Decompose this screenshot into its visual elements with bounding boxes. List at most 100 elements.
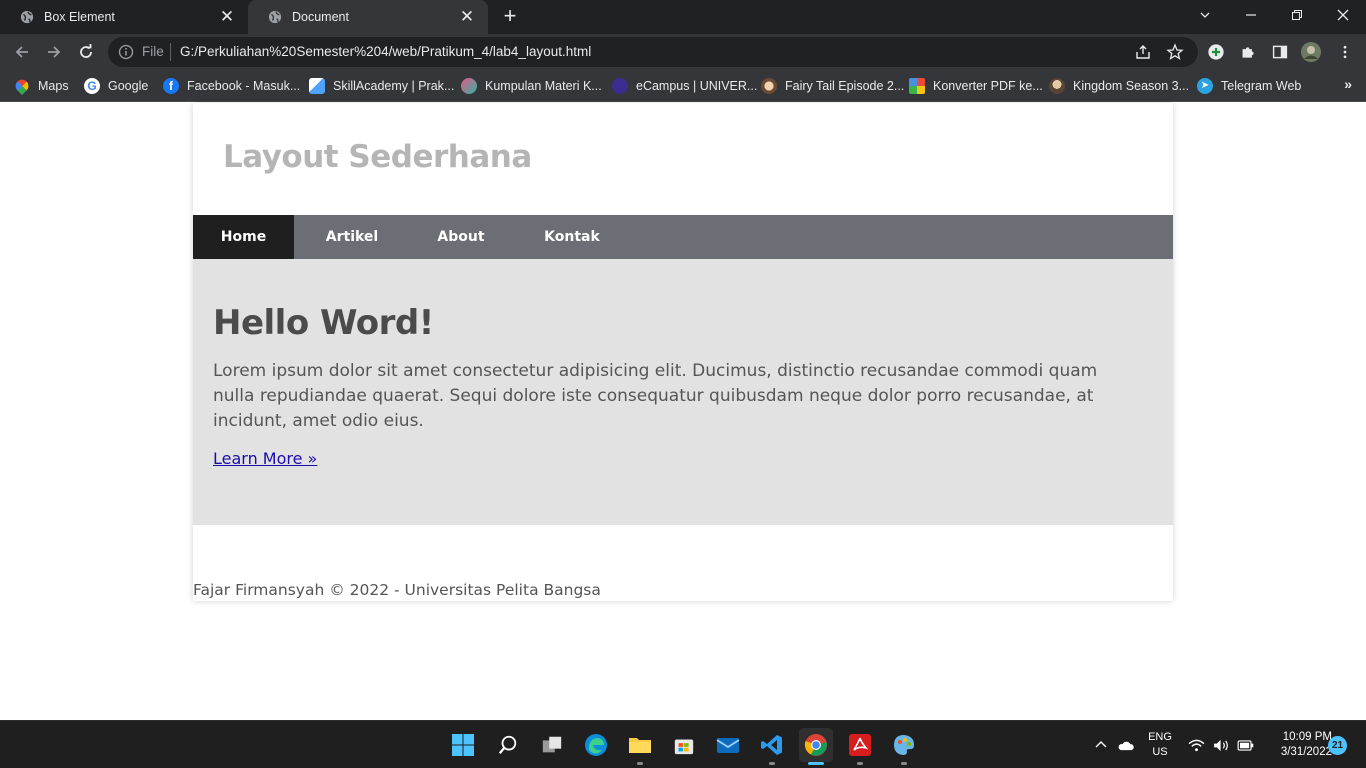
bookmark-label: Google bbox=[108, 79, 149, 93]
bookmark-label: Maps bbox=[38, 79, 69, 93]
bookmark-kumpulan-materi[interactable]: Kumpulan Materi K... bbox=[461, 77, 602, 95]
globe-icon bbox=[20, 10, 34, 24]
minimize-icon[interactable] bbox=[1228, 0, 1274, 30]
close-tab-icon[interactable]: ✕ bbox=[458, 7, 476, 27]
forward-arrow-icon[interactable] bbox=[43, 41, 65, 63]
main-nav: Home Artikel About Kontak bbox=[193, 215, 1173, 259]
kebab-menu-icon[interactable] bbox=[1335, 42, 1355, 62]
lang-line-2: US bbox=[1152, 746, 1168, 758]
bookmark-fairy-tail[interactable]: Fairy Tail Episode 2... bbox=[761, 77, 904, 95]
restore-icon[interactable] bbox=[1274, 0, 1320, 30]
bookmark-telegram[interactable]: ➤ Telegram Web bbox=[1197, 77, 1301, 95]
address-bar[interactable]: File G:/Perkuliahan%20Semester%204/web/P… bbox=[108, 37, 1198, 67]
bookmark-label: Fairy Tail Episode 2... bbox=[785, 79, 905, 93]
task-view-icon[interactable] bbox=[535, 728, 569, 762]
bookmark-facebook[interactable]: f Facebook - Masuk... bbox=[163, 77, 300, 95]
nav-about[interactable]: About bbox=[422, 215, 500, 259]
ecampus-icon bbox=[612, 78, 628, 94]
nav-kontak[interactable]: Kontak bbox=[530, 215, 614, 259]
reload-icon[interactable] bbox=[75, 41, 97, 63]
facebook-icon: f bbox=[163, 78, 179, 94]
share-icon[interactable] bbox=[1134, 43, 1152, 61]
microsoft-store-icon[interactable] bbox=[667, 728, 701, 762]
tab-box-element[interactable]: Box Element ✕ bbox=[0, 0, 248, 34]
bookmark-label: Konverter PDF ke... bbox=[933, 79, 1043, 93]
onedrive-cloud-icon[interactable] bbox=[1117, 721, 1135, 768]
paint-icon[interactable] bbox=[887, 728, 921, 765]
info-icon[interactable] bbox=[118, 44, 134, 60]
vscode-icon[interactable] bbox=[755, 728, 789, 765]
hero-section: Hello Word! Lorem ipsum dolor sit amet c… bbox=[193, 259, 1173, 525]
learn-more-link[interactable]: Learn More » bbox=[213, 449, 317, 468]
bookmarks-overflow-icon[interactable]: » bbox=[1344, 76, 1352, 92]
bookmark-maps[interactable]: Maps bbox=[12, 76, 69, 96]
file-explorer-icon[interactable] bbox=[623, 728, 657, 765]
back-arrow-icon[interactable] bbox=[11, 41, 33, 63]
mail-icon[interactable] bbox=[711, 728, 745, 762]
profile-avatar[interactable] bbox=[1301, 42, 1321, 62]
running-indicator bbox=[769, 762, 775, 765]
kumpulan-materi-icon bbox=[461, 78, 477, 94]
bookmark-konverter-pdf[interactable]: Konverter PDF ke... bbox=[909, 77, 1043, 95]
extension-plus-icon[interactable] bbox=[1206, 42, 1226, 62]
tab-label: Document bbox=[292, 10, 349, 24]
nav-home[interactable]: Home bbox=[193, 215, 294, 259]
search-icon[interactable] bbox=[491, 728, 525, 762]
wifi-icon[interactable] bbox=[1188, 721, 1205, 768]
telegram-icon: ➤ bbox=[1197, 78, 1213, 94]
new-tab-plus-icon[interactable]: + bbox=[499, 5, 521, 28]
url-scheme: File bbox=[142, 44, 164, 59]
bookmark-label: Facebook - Masuk... bbox=[187, 79, 301, 93]
close-tab-icon[interactable]: ✕ bbox=[218, 7, 236, 27]
bookmark-label: SkillAcademy | Prak... bbox=[333, 79, 455, 93]
site-header: Layout Sederhana bbox=[193, 103, 1173, 215]
page-viewport: Layout Sederhana Home Artikel About Kont… bbox=[0, 103, 1366, 720]
battery-icon[interactable] bbox=[1237, 721, 1254, 768]
bookmark-skillacademy[interactable]: SkillAcademy | Prak... bbox=[309, 77, 454, 95]
side-panel-icon[interactable] bbox=[1270, 42, 1290, 62]
volume-icon[interactable] bbox=[1213, 721, 1230, 768]
bookmark-label: Kingdom Season 3... bbox=[1073, 79, 1190, 93]
google-g-icon: G bbox=[84, 78, 100, 94]
tab-label: Box Element bbox=[44, 10, 115, 24]
bookmark-ecampus[interactable]: eCampus | UNIVER... bbox=[612, 77, 757, 95]
fairy-tail-icon bbox=[761, 78, 777, 94]
start-windows-icon[interactable] bbox=[446, 728, 480, 762]
tab-search-chevron-icon[interactable] bbox=[1182, 0, 1228, 30]
input-language-indicator[interactable]: ENG US bbox=[1146, 730, 1174, 760]
clock-date: 3/31/2022 bbox=[1280, 746, 1332, 758]
bookmark-label: Telegram Web bbox=[1221, 79, 1302, 93]
system-clock[interactable]: 10:09 PM 3/31/2022 bbox=[1262, 730, 1332, 760]
bookmark-star-icon[interactable] bbox=[1166, 43, 1184, 61]
running-indicator bbox=[637, 762, 643, 765]
extensions-puzzle-icon[interactable] bbox=[1238, 42, 1258, 62]
url-separator bbox=[170, 43, 171, 61]
tab-document[interactable]: Document ✕ bbox=[248, 0, 488, 34]
bookmarks-bar: Maps G Google f Facebook - Masuk... Skil… bbox=[0, 70, 1366, 102]
site-title: Layout Sederhana bbox=[223, 139, 532, 175]
page-footer: Fajar Firmansyah © 2022 - Universitas Pe… bbox=[193, 581, 601, 599]
running-indicator bbox=[857, 762, 863, 765]
skillacademy-icon bbox=[309, 78, 325, 94]
running-indicator bbox=[901, 762, 907, 765]
show-hidden-icons-chevron-icon[interactable] bbox=[1094, 721, 1108, 768]
globe-icon bbox=[268, 10, 282, 24]
browser-tab-strip: Box Element ✕ Document ✕ + bbox=[0, 0, 1366, 34]
close-window-icon[interactable] bbox=[1320, 0, 1366, 30]
windows-taskbar: ENG US 10:09 PM 3/31/2022 21 bbox=[0, 720, 1366, 768]
acrobat-icon[interactable] bbox=[843, 728, 877, 765]
bookmark-kingdom[interactable]: Kingdom Season 3... bbox=[1049, 77, 1189, 95]
page-container: Layout Sederhana Home Artikel About Kont… bbox=[193, 103, 1173, 601]
url-text[interactable]: G:/Perkuliahan%20Semester%204/web/Pratik… bbox=[180, 44, 591, 59]
konverter-pdf-icon bbox=[909, 78, 925, 94]
nav-artikel[interactable]: Artikel bbox=[311, 215, 393, 259]
bookmark-google[interactable]: G Google bbox=[84, 77, 148, 95]
browser-toolbar: File G:/Perkuliahan%20Semester%204/web/P… bbox=[0, 34, 1366, 70]
maps-pin-icon bbox=[12, 76, 32, 96]
notification-count-badge[interactable]: 21 bbox=[1328, 736, 1347, 755]
edge-browser-icon[interactable] bbox=[579, 728, 613, 762]
kingdom-icon bbox=[1049, 78, 1065, 94]
lang-line-1: ENG bbox=[1148, 731, 1172, 743]
hero-paragraph: Lorem ipsum dolor sit amet consectetur a… bbox=[213, 361, 1098, 431]
chrome-icon[interactable] bbox=[799, 728, 833, 765]
